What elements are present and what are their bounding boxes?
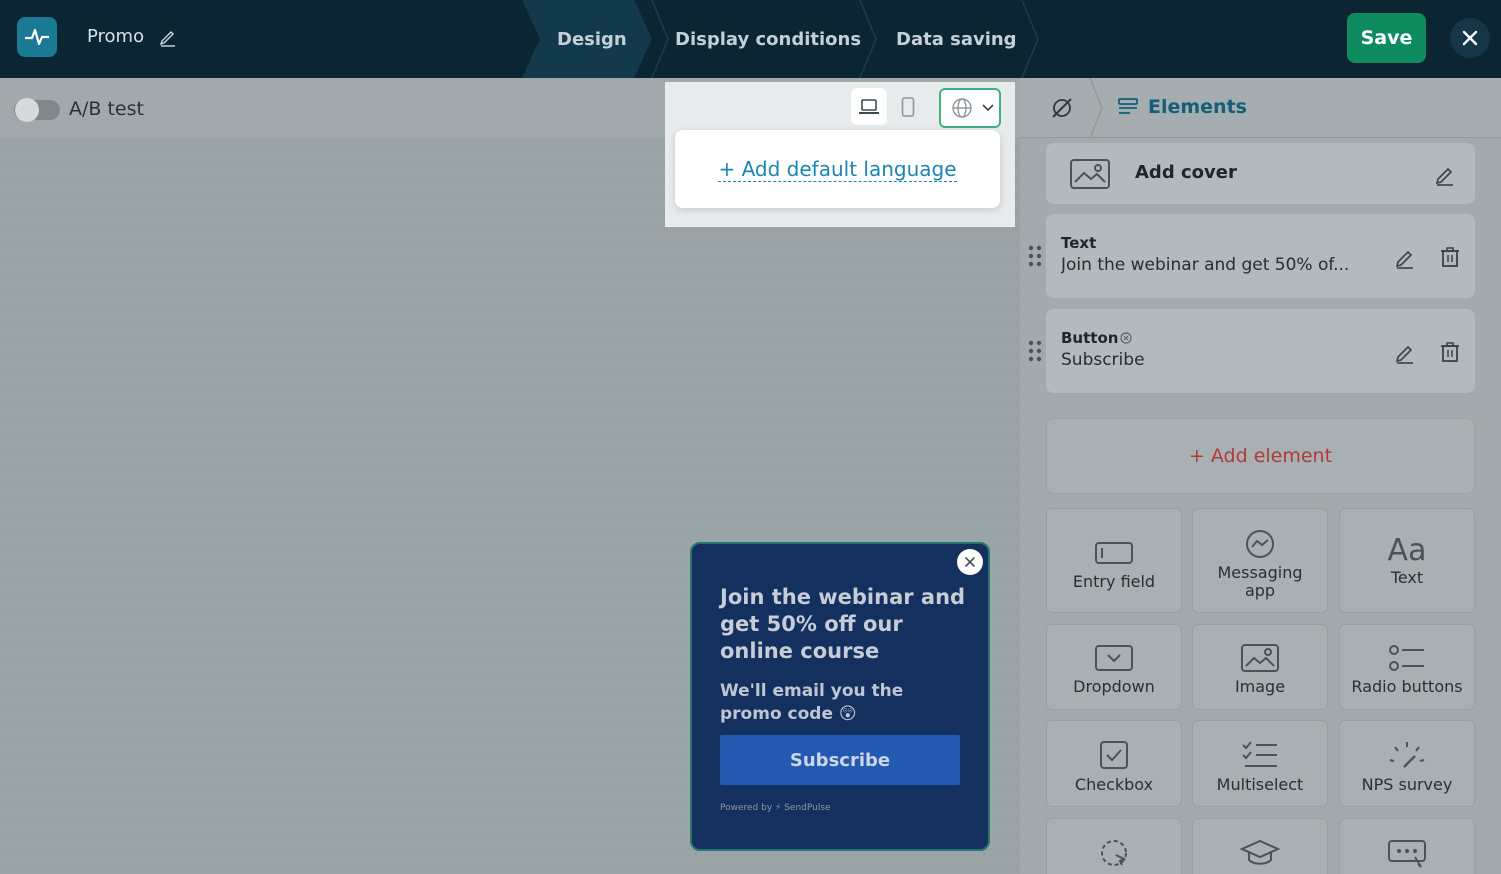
tile-nps-survey[interactable]: NPS survey [1339,720,1475,807]
messaging-app-icon [1246,530,1274,558]
edit-icon[interactable] [1394,247,1416,269]
tile-radio-buttons[interactable]: Radio buttons [1339,624,1475,710]
trash-icon[interactable] [1439,341,1461,363]
close-icon [1462,30,1478,46]
add-cover-label: Add cover [1135,162,1237,183]
chevron-down-icon [982,104,994,112]
tile-entry-field[interactable]: Entry field [1046,508,1182,613]
tile-label: Dropdown [1073,677,1155,696]
popup-subtitle: We'll email you the promo code 😲 [720,681,904,724]
popup-subscribe-button[interactable]: Subscribe [720,735,960,785]
tab-display-conditions[interactable]: Display conditions [675,0,861,78]
tab-design[interactable]: Design [522,0,652,78]
text-icon: Aa [1387,533,1427,568]
globe-icon [952,98,972,118]
edit-icon[interactable] [1394,342,1416,364]
mobile-view-button[interactable] [890,88,926,125]
entry-field-icon [1095,542,1133,564]
close-button[interactable] [1450,18,1490,58]
styles-icon[interactable] [1049,95,1075,121]
phone-icon [901,96,915,117]
element-value: Join the webinar and get 50% of... [1061,255,1350,275]
panel-tab-separator [1089,78,1103,138]
popup-title: Join the webinar and get 50% off our onl… [720,585,966,663]
tile-more[interactable] [1192,818,1328,874]
trash-icon[interactable] [1439,246,1461,268]
save-button[interactable]: Save [1347,13,1426,63]
drag-handle-icon[interactable] [1028,340,1042,362]
elements-icon [1118,98,1138,114]
tile-image[interactable]: Image [1192,624,1328,710]
laptop-icon [859,98,879,114]
tile-label: Entry field [1072,572,1156,591]
tile-label: Multiselect [1216,775,1304,794]
tile-more[interactable] [1339,818,1475,874]
tile-label: Image [1234,677,1286,696]
tile-label: Text [1390,568,1424,587]
tile-text[interactable]: Aa Text [1339,508,1475,613]
dropdown-icon [1095,645,1133,671]
ab-test-label: A/B test [69,98,144,120]
graduation-cap-icon [1240,839,1280,865]
tile-label: Messaging app [1217,563,1303,600]
tile-messaging-app[interactable]: Messaging app [1192,508,1328,613]
element-type-label: Text [1061,234,1097,252]
desktop-view-button[interactable] [851,88,887,125]
tile-checkbox[interactable]: Checkbox [1046,720,1182,807]
step-separator [651,0,669,78]
step-separator [1021,0,1039,78]
tab-data-saving[interactable]: Data saving [896,0,1017,78]
language-dropdown: + Add default language [675,130,1000,208]
tile-multiselect[interactable]: Multiselect [1192,720,1328,807]
form-title: Promo [87,26,145,47]
multiselect-icon [1242,741,1277,767]
element-value: Subscribe [1061,350,1145,370]
drag-handle-icon[interactable] [1028,245,1042,267]
image-icon [1070,159,1110,189]
app-logo[interactable] [17,17,57,57]
nps-survey-icon [1389,742,1425,768]
tile-label: Checkbox [1074,775,1154,794]
popup-close-button[interactable] [957,549,983,575]
tile-dropdown[interactable]: Dropdown [1046,624,1182,710]
tab-elements-label: Elements [1148,96,1247,118]
tile-more[interactable] [1046,818,1182,874]
image-icon [1241,644,1279,672]
add-element-button[interactable]: + Add element [1046,418,1475,494]
add-default-language-link[interactable]: + Add default language [718,157,957,182]
edit-title-icon[interactable] [158,27,178,47]
edit-icon[interactable] [1434,164,1456,186]
radio-buttons-icon [1389,645,1424,671]
element-type-label: Button [1061,329,1119,347]
close-icon [965,557,975,567]
language-select[interactable] [939,88,1001,128]
info-circle-icon [1120,332,1132,344]
toggle-knob [15,98,39,122]
tab-elements[interactable]: Elements [1118,96,1247,118]
button-element-icon [1388,840,1426,868]
cursor-target-icon [1101,840,1127,866]
powered-by-label: Powered by ⚡ SendPulse [720,803,831,813]
tile-label: NPS survey [1361,775,1453,794]
tile-label: Radio buttons [1351,677,1463,696]
checkbox-icon [1100,741,1128,769]
step-separator [859,0,877,78]
